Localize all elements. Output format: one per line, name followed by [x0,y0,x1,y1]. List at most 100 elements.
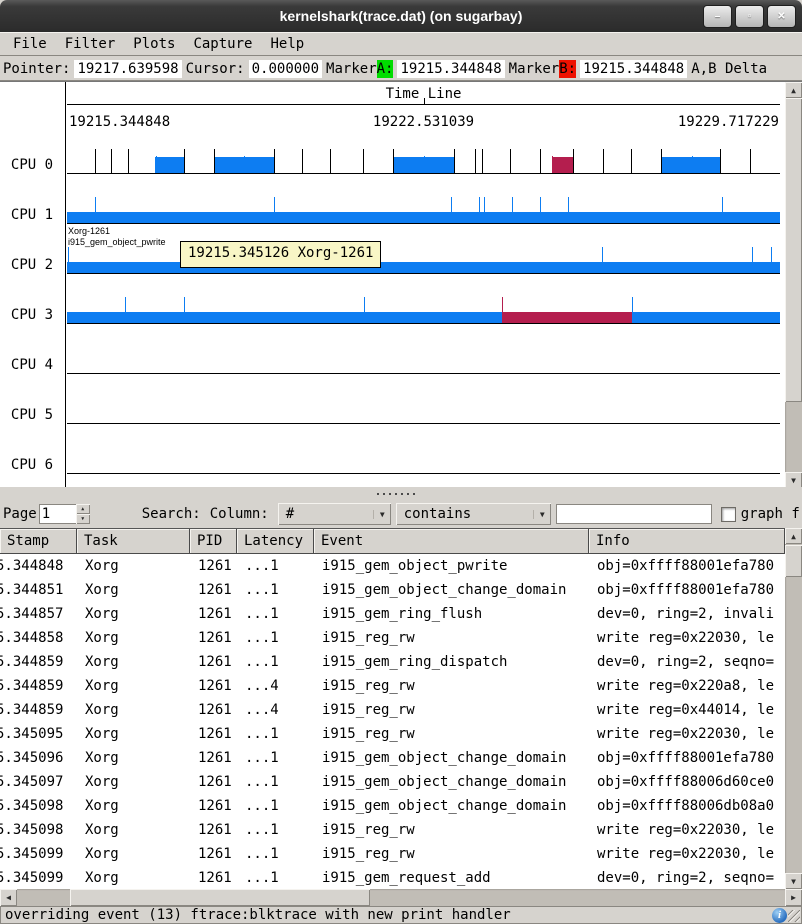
table-cell: obj=0xffff88001efa780 [589,746,785,770]
table-cell: 5.344859 [0,698,77,722]
scroll-left-button[interactable]: ◀ [0,889,17,906]
title-bar[interactable]: kernelshark(trace.dat) (on sugarbay) – ▫… [0,0,802,32]
table-cell: 5.345096 [0,746,77,770]
table-cell: i915_gem_ring_flush [314,602,589,626]
menu-item-file[interactable]: File [4,34,56,54]
page-spinner[interactable]: 1 ▲ ▼ [39,504,90,524]
event-tick [512,197,513,212]
column-header-event[interactable]: Event [314,529,589,554]
table-cell: ...1 [237,746,314,770]
pointer-bar: Pointer: 19217.639598 Cursor: 0.000000 M… [0,57,802,81]
marker-b-value: 19215.344848 [580,60,687,78]
table-row[interactable]: 5.345099Xorg1261...1i915_gem_request_add… [0,866,785,889]
table-cell: Xorg [77,794,190,818]
scroll-up-button[interactable]: ▲ [785,528,802,544]
scroll-up-button[interactable]: ▲ [785,82,802,98]
event-tick [68,247,69,262]
scroll-down-button[interactable]: ▼ [785,873,802,889]
scroll-down-button[interactable]: ▼ [785,472,802,488]
pane-splitter[interactable] [0,487,802,500]
table-row[interactable]: 5.344857Xorg1261...1i915_gem_ring_flushd… [0,602,785,626]
event-tick [631,149,632,173]
table-row[interactable]: 5.345098Xorg1261...1i915_gem_object_chan… [0,794,785,818]
graph-tooltip: 19215.345126 Xorg-1261 [180,241,381,268]
spin-up-button[interactable]: ▲ [76,504,90,514]
column-select[interactable]: # ▼ [278,503,391,525]
table-row[interactable]: 5.345095Xorg1261...1i915_reg_rwwrite reg… [0,722,785,746]
table-cell: i915_reg_rw [314,818,589,842]
table-cell: ...1 [237,818,314,842]
event-tick [573,149,574,173]
table-vscrollbar-thumb[interactable] [785,545,802,577]
pointer-value: 19217.639598 [74,60,181,78]
table-cell: 5.344859 [0,650,77,674]
arrow-up-icon: ▲ [791,86,796,95]
table-row[interactable]: 5.345096Xorg1261...1i915_gem_object_chan… [0,746,785,770]
menu-bar: FileFilterPlotsCaptureHelp [0,32,802,56]
event-tick [363,149,364,173]
graph-vscrollbar[interactable]: ▲ ▼ [785,82,802,488]
event-tick [128,149,129,173]
column-header-latency[interactable]: Latency [237,529,314,554]
table-row[interactable]: 5.344848Xorg1261...1i915_gem_object_pwri… [0,554,785,578]
event-tick [602,247,603,262]
resize-grip-icon[interactable] [788,910,800,922]
task-bar [552,157,573,173]
column-header-info[interactable]: Info [589,529,785,554]
table-row[interactable]: 5.344858Xorg1261...1i915_reg_rwwrite reg… [0,626,785,650]
table-cell: 1261 [190,866,237,889]
table-cell: 1261 [190,578,237,602]
table-row[interactable]: 5.345097Xorg1261...1i915_gem_object_chan… [0,770,785,794]
table-cell: 1261 [190,650,237,674]
close-button[interactable]: ✕ [767,5,796,28]
table-row[interactable]: 5.344851Xorg1261...1i915_gem_object_chan… [0,578,785,602]
event-tick [502,297,503,312]
table-vscrollbar[interactable]: ▲ ▼ [785,528,802,889]
event-tick [214,149,215,173]
table-cell: ...1 [237,602,314,626]
event-tick [424,156,425,173]
table-row[interactable]: 5.345099Xorg1261...1i915_reg_rwwrite reg… [0,842,785,866]
table-cell: 5.345095 [0,722,77,746]
plot-area[interactable]: Time Line 19215.34484819222.53103919229.… [67,82,780,488]
menu-item-help[interactable]: Help [261,34,313,54]
window-controls: – ▫ ✕ [703,5,796,28]
column-select-value: # [278,506,373,522]
minimize-button[interactable]: – [703,5,732,28]
menu-item-plots[interactable]: Plots [124,34,184,54]
info-icon[interactable]: i [772,908,787,923]
table-cell: 1261 [190,602,237,626]
column-header-pid[interactable]: PID [190,529,237,554]
column-header-stamp[interactable]: Stamp [0,529,77,554]
table-cell: obj=0xffff88001efa780 [589,554,785,578]
menu-item-capture[interactable]: Capture [184,34,261,54]
match-select[interactable]: contains ▼ [396,503,551,525]
table-cell: 1261 [190,842,237,866]
graph-vscrollbar-thumb[interactable] [785,98,802,402]
table-hscrollbar[interactable]: ◀ ▶ [0,889,802,906]
scroll-right-button[interactable]: ▶ [785,889,802,906]
graph-panel: Time Line 19215.34484819222.53103919229.… [0,81,802,487]
spin-down-button[interactable]: ▼ [76,514,90,524]
table-hscrollbar-thumb[interactable] [70,889,370,906]
table-cell: i915_reg_rw [314,842,589,866]
column-label: Column: [210,506,269,522]
table-cell: write reg=0x22030, le [589,818,785,842]
splitter-handle-icon[interactable] [377,493,415,495]
table-row[interactable]: 5.344859Xorg1261...4i915_reg_rwwrite reg… [0,698,785,722]
column-header-task[interactable]: Task [77,529,190,554]
page-value[interactable]: 1 [39,504,76,524]
graph-follows-checkbox[interactable] [721,507,736,522]
table-header: StampTaskPIDLatencyEventInfo [0,528,785,554]
menu-item-filter[interactable]: Filter [56,34,125,54]
search-input[interactable] [556,504,712,524]
event-tick [750,149,751,173]
event-tick [603,149,604,173]
table-row[interactable]: 5.344859Xorg1261...4i915_reg_rwwrite reg… [0,674,785,698]
maximize-button[interactable]: ▫ [735,5,764,28]
table-row[interactable]: 5.345098Xorg1261...1i915_reg_rwwrite reg… [0,818,785,842]
event-annotation: i915_gem_object_pwrite [68,237,166,248]
marker-a-label: Marker [326,61,377,77]
table-row[interactable]: 5.344859Xorg1261...1i915_gem_ring_dispat… [0,650,785,674]
chevron-down-icon: ▼ [533,510,551,519]
